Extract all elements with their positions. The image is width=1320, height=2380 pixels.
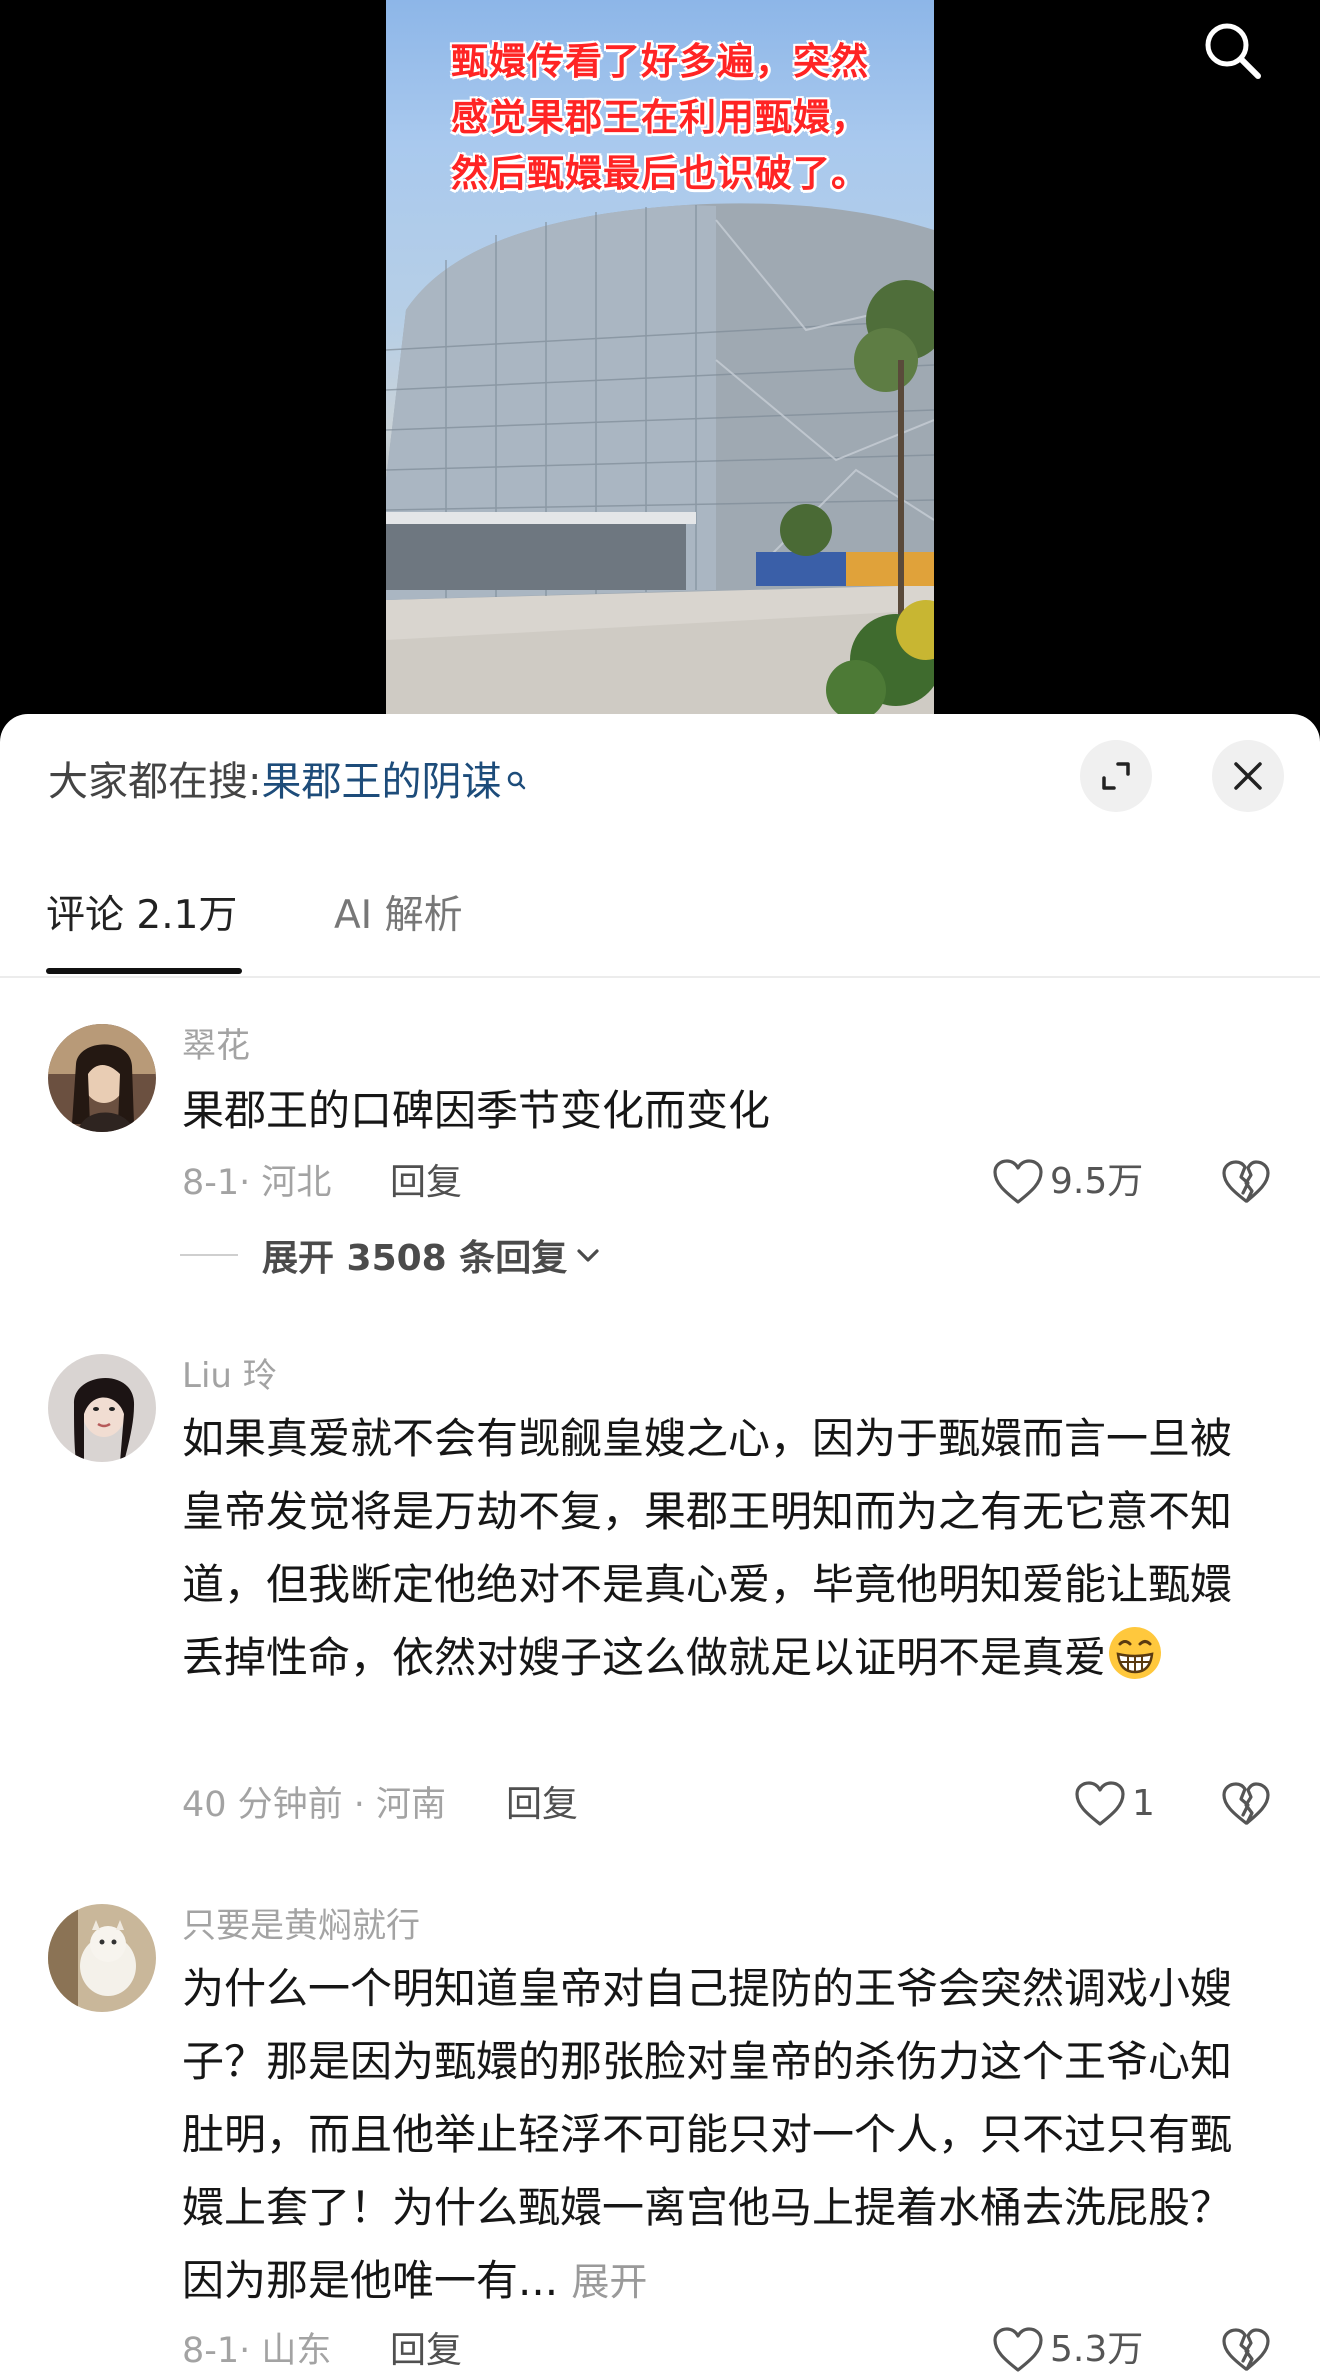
search-small-icon (505, 754, 527, 810)
broken-heart-icon (1222, 1782, 1270, 1825)
comment-text: 果郡王的口碑因季节变化而变化 (182, 1086, 771, 1135)
expand-text-button[interactable]: 展开 (571, 2260, 647, 2304)
like-count: 9.5万 (1050, 1161, 1144, 1202)
video-caption: 甄嬛传看了好多遍，突然 感觉果郡王在利用甄嬛， 然后甄嬛最后也识破了。 (386, 34, 934, 202)
comment-item: 只要是黄焖就行 为什么一个明知道皇帝对自己提防的王爷会突然调戏小嫂子？那是因为甄… (0, 1904, 1320, 2380)
reply-button[interactable]: 回复 (506, 1780, 578, 1830)
comment-item: Liu 玲 如果真爱就不会有觊觎皇嫂之心，因为于甄嬛而言一旦被皇帝发觉将是万劫不… (0, 1354, 1320, 1834)
like-count: 1 (1132, 1783, 1155, 1824)
comment-text: 如果真爱就不会有觊觎皇嫂之心，因为于甄嬛而言一旦被皇帝发觉将是万劫不复，果郡王明… (182, 1414, 1233, 1682)
tab-bar: 评论 2.1万 AI 解析 (0, 860, 1320, 978)
dislike-button[interactable] (1218, 1154, 1274, 1210)
heart-icon (1075, 1781, 1125, 1826)
close-button[interactable] (1212, 740, 1284, 812)
dislike-button[interactable] (1218, 1776, 1274, 1832)
tab-ai-analysis[interactable]: AI 解析 (334, 888, 463, 944)
comment-author[interactable]: 只要是黄焖就行 (182, 1904, 420, 1948)
comment-sheet: 大家都在搜:果郡王的阴谋 评论 2.1万 AI 解析 翠花 果郡王的口碑因季节变… (0, 714, 1320, 2380)
heart-icon (993, 2327, 1043, 2372)
expand-button[interactable] (1080, 740, 1152, 812)
expand-replies-button[interactable]: 展开 3508 条回复 (180, 1230, 601, 1280)
divider-dash (180, 1254, 238, 1256)
comment-text-block: 为什么一个明知道皇帝对自己提防的王爷会突然调戏小嫂子？那是因为甄嬛的那张脸对皇帝… (182, 1952, 1242, 2319)
comment-item: 翠花 果郡王的口碑因季节变化而变化 8-1· 河北 回复 9.5万 (0, 1010, 1320, 1230)
trending-search[interactable]: 大家都在搜:果郡王的阴谋 (48, 754, 527, 810)
close-icon (1234, 762, 1262, 790)
expand-icon (1102, 762, 1130, 790)
comment-author[interactable]: Liu 玲 (182, 1354, 277, 1398)
comment-author[interactable]: 翠花 (182, 1024, 250, 1068)
dislike-button[interactable] (1218, 2322, 1274, 2378)
reply-button[interactable]: 回复 (390, 1158, 462, 1208)
video-frame[interactable]: 甄嬛传看了好多遍，突然 感觉果郡王在利用甄嬛， 然后甄嬛最后也识破了。 (386, 0, 934, 714)
trending-prefix: 大家都在搜: (48, 759, 262, 805)
search-icon (1205, 23, 1261, 79)
like-count: 5.3万 (1050, 2329, 1144, 2370)
video-player[interactable]: 甄嬛传看了好多遍，突然 感觉果郡王在利用甄嬛， 然后甄嬛最后也识破了。 (0, 0, 1320, 714)
comment-meta: 40 分钟前 · 河南 (182, 1785, 447, 1825)
comment-text-block: 如果真爱就不会有觊觎皇嫂之心，因为于甄嬛而言一旦被皇帝发觉将是万劫不复，果郡王明… (182, 1402, 1242, 1694)
caption-line: 然后甄嬛最后也识破了。 (451, 152, 869, 195)
expand-replies-label: 展开 3508 条回复 (262, 1238, 568, 1279)
broken-heart-icon (1222, 1160, 1270, 1203)
trending-term[interactable]: 果郡王的阴谋 (261, 759, 501, 805)
chevron-down-icon (577, 1249, 599, 1262)
like-button[interactable]: 5.3万 (992, 2322, 1143, 2378)
grinning-face-emoji-icon (1109, 1627, 1162, 1679)
comment-text: 为什么一个明知道皇帝对自己提防的王爷会突然调戏小嫂子？那是因为甄嬛的那张脸对皇帝… (182, 1964, 1233, 2305)
avatar[interactable] (48, 1024, 156, 1132)
caption-line: 甄嬛传看了好多遍，突然 (451, 40, 869, 83)
avatar[interactable] (48, 1354, 156, 1462)
search-button[interactable] (1196, 14, 1268, 86)
tab-comments[interactable]: 评论 2.1万 (46, 888, 237, 944)
avatar[interactable] (48, 1904, 156, 2012)
comment-meta: 8-1· 山东 (182, 2331, 332, 2371)
comment-meta: 8-1· 河北 (182, 1163, 332, 1203)
heart-icon (993, 1159, 1043, 1204)
caption-line: 感觉果郡王在利用甄嬛， (451, 96, 869, 139)
like-button[interactable]: 1 (1074, 1776, 1155, 1832)
broken-heart-icon (1222, 2328, 1270, 2371)
like-button[interactable]: 9.5万 (992, 1154, 1143, 1210)
reply-button[interactable]: 回复 (390, 2326, 462, 2376)
active-tab-indicator (46, 968, 242, 974)
